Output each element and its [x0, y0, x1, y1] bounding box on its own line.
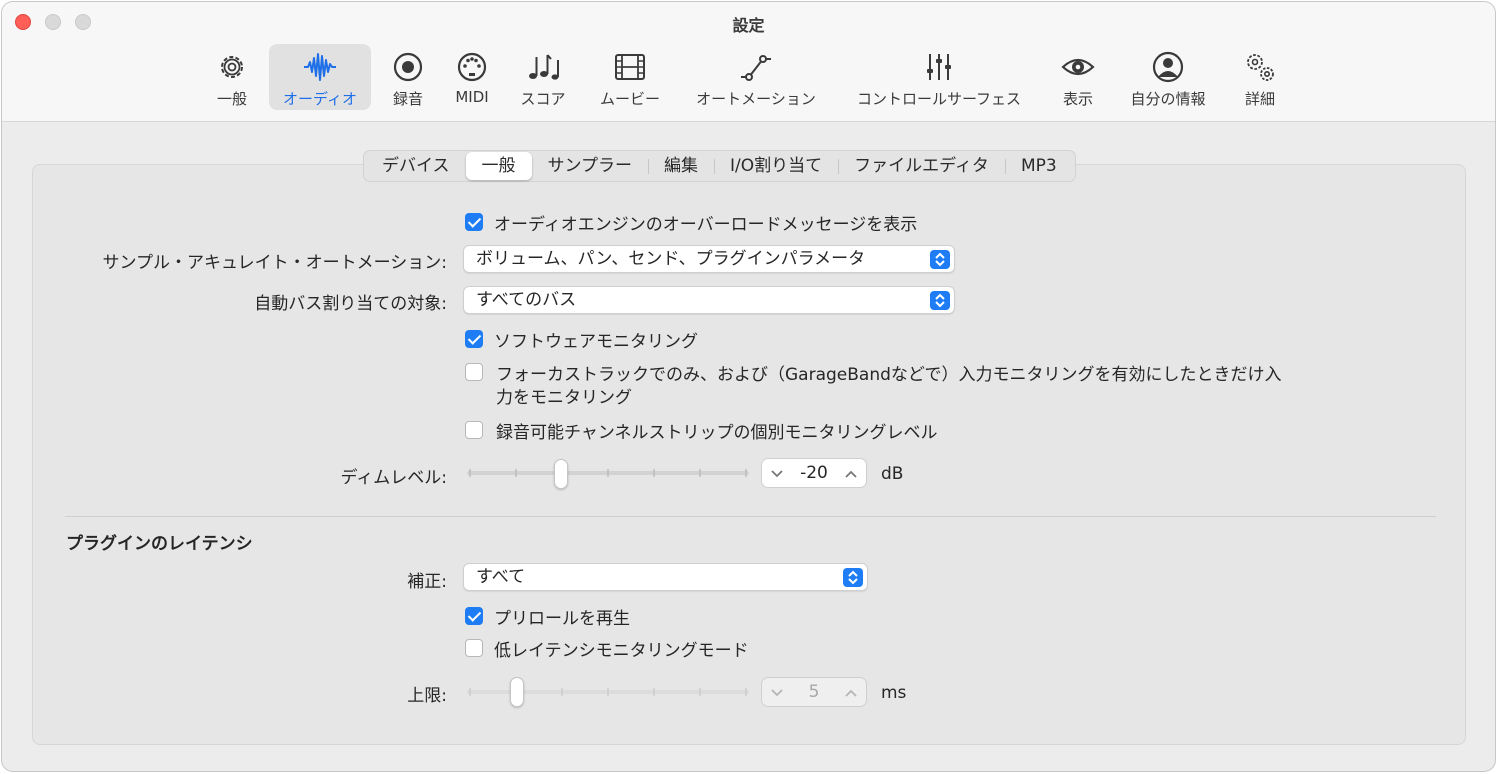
slider-tick — [653, 469, 655, 477]
focus-monitoring-checkbox[interactable] — [465, 363, 483, 381]
toolbar-label: オートメーション — [696, 90, 816, 108]
limit-label: 上限: — [407, 686, 447, 706]
film-icon — [615, 54, 645, 80]
focus-monitoring-label-line1: フォーカストラックでのみ、および（GarageBandなどで）入力モニタリングを… — [496, 365, 1282, 385]
toolbar-label: スコア — [520, 90, 566, 108]
toolbar-item-control-surfaces[interactable]: コントロールサーフェス — [842, 44, 1036, 110]
slider-tick — [745, 469, 747, 477]
tab-general[interactable]: 一般 — [465, 152, 532, 180]
window-title: 設定 — [732, 16, 765, 35]
toolbar-label: 録音 — [392, 90, 423, 108]
automation-curve-icon — [741, 55, 771, 81]
waveform-icon — [304, 53, 336, 81]
toolbar-item-score[interactable]: スコア — [512, 44, 574, 110]
limit-unit: ms — [881, 683, 907, 703]
chevron-up-down-icon — [843, 568, 863, 587]
focus-monitoring-label-line2: 力をモニタリング — [496, 388, 632, 408]
toolbar-item-audio[interactable]: オーディオ — [269, 44, 371, 110]
section-divider — [65, 516, 1436, 517]
overload-message-label: オーディオエンジンのオーバーロードメッセージを表示 — [494, 215, 918, 235]
tab-editing[interactable]: 編集 — [648, 152, 714, 180]
limit-stepper[interactable]: 5 — [761, 677, 867, 707]
software-monitoring-label: ソフトウェアモニタリング — [494, 332, 698, 352]
toolbar-item-advanced[interactable]: 詳細 — [1234, 44, 1286, 110]
toolbar-label: オーディオ — [283, 90, 357, 108]
slider-tick — [515, 469, 517, 477]
record-icon — [393, 52, 423, 82]
slider-tick — [561, 688, 563, 696]
slider-tick — [699, 688, 701, 696]
toolbar-label: 詳細 — [1244, 90, 1275, 108]
titlebar: 設定 一般 オーディオ 録音 MIDI スコア ムービー オートメーション コン… — [2, 2, 1495, 122]
compensation-value: すべて — [476, 567, 526, 587]
chevron-up-down-icon — [930, 291, 950, 310]
tab-mp3[interactable]: MP3 — [1004, 152, 1073, 180]
overload-message-checkbox[interactable] — [465, 213, 483, 231]
preferences-window: 設定 一般 オーディオ 録音 MIDI スコア ムービー オートメーション コン… — [1, 1, 1496, 772]
eye-icon — [1061, 58, 1095, 76]
person-icon — [1152, 51, 1184, 83]
tab-file-editor[interactable]: ファイルエディタ — [838, 152, 1005, 180]
preroll-label: プリロールを再生 — [494, 609, 630, 629]
low-latency-checkbox[interactable] — [465, 639, 483, 657]
auto-bus-value: すべてのバス — [476, 290, 577, 310]
gear-icon — [221, 56, 243, 78]
dim-level-value[interactable]: -20 — [790, 463, 838, 483]
toolbar-label: 一般 — [216, 90, 247, 108]
toolbar-label: 表示 — [1062, 90, 1093, 108]
chevron-up-down-icon — [930, 250, 950, 269]
slider-tick — [607, 688, 609, 696]
tab-sampler[interactable]: サンプラー — [532, 152, 649, 180]
plugin-latency-title: プラグインのレイテンシ — [66, 534, 253, 554]
slider-tick — [745, 688, 747, 696]
toolbar-item-automation[interactable]: オートメーション — [688, 44, 824, 110]
dim-level-slider-knob[interactable] — [554, 459, 568, 489]
tab-bar: デバイス 一般 サンプラー 編集 I/O割り当て ファイルエディタ MP3 — [363, 150, 1076, 182]
slider-tick — [469, 469, 471, 477]
sample-accurate-value: ボリューム、パン、センド、プラグインパラメータ — [476, 249, 866, 269]
auto-bus-popup[interactable]: すべてのバス — [463, 286, 955, 314]
toolbar-label: MIDI — [455, 88, 489, 106]
limit-value[interactable]: 5 — [790, 682, 838, 702]
toolbar-item-recording[interactable]: 録音 — [385, 44, 431, 110]
tab-devices[interactable]: デバイス — [366, 152, 466, 180]
software-monitoring-checkbox[interactable] — [465, 330, 483, 348]
chevron-down-icon[interactable] — [770, 687, 784, 699]
preroll-checkbox[interactable] — [465, 607, 483, 625]
tab-io-assignments[interactable]: I/O割り当て — [714, 152, 838, 180]
chevron-up-icon[interactable] — [844, 468, 858, 480]
toolbar-item-view[interactable]: 表示 — [1054, 44, 1102, 110]
gears-icon — [1247, 54, 1274, 81]
chevron-up-icon[interactable] — [844, 687, 858, 699]
compensation-popup[interactable]: すべて — [463, 563, 868, 591]
dim-level-unit: dB — [881, 464, 904, 484]
dim-level-stepper[interactable]: -20 — [761, 458, 867, 488]
slider-tick — [469, 688, 471, 696]
toolbar-item-my-info[interactable]: 自分の情報 — [1122, 44, 1214, 110]
sliders-icon — [927, 54, 951, 80]
toolbar-item-general[interactable]: 一般 — [207, 44, 257, 110]
limit-slider-knob[interactable] — [510, 677, 524, 707]
chevron-down-icon[interactable] — [770, 468, 784, 480]
individual-level-checkbox[interactable] — [465, 421, 483, 439]
toolbar-item-movie[interactable]: ムービー — [590, 44, 670, 110]
low-latency-label: 低レイテンシモニタリングモード — [494, 641, 749, 661]
midi-port-icon — [457, 52, 487, 82]
auto-bus-label: 自動バス割り当ての対象: — [254, 294, 447, 314]
toolbar-label: ムービー — [599, 90, 660, 108]
slider-tick — [653, 688, 655, 696]
toolbar-label: 自分の情報 — [1130, 90, 1206, 108]
toolbar-label: コントロールサーフェス — [856, 90, 1022, 108]
dim-level-label: ディムレベル: — [340, 468, 447, 488]
music-notes-icon — [529, 54, 559, 80]
individual-level-label: 録音可能チャンネルストリップの個別モニタリングレベル — [496, 423, 938, 443]
slider-tick — [607, 469, 609, 477]
sample-accurate-popup[interactable]: ボリューム、パン、センド、プラグインパラメータ — [463, 245, 955, 273]
toolbar-item-midi[interactable]: MIDI — [446, 44, 498, 110]
compensation-label: 補正: — [407, 572, 447, 592]
sample-accurate-label: サンプル・アキュレイト・オートメーション: — [102, 253, 447, 273]
slider-tick — [699, 469, 701, 477]
